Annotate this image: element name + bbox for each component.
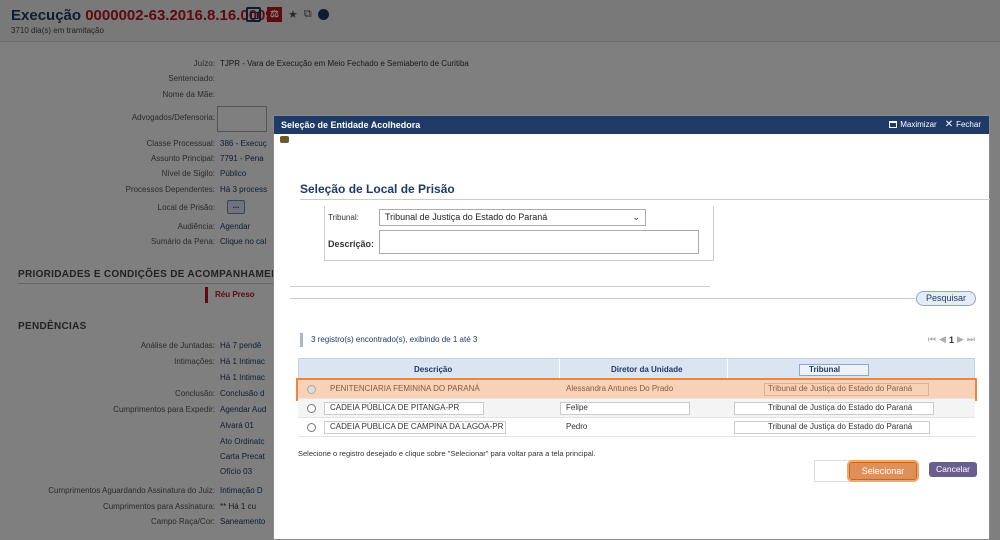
select-button-frame [814, 460, 854, 482]
dialog-title: Seleção de Entidade Acolhedora [281, 120, 421, 130]
section-divider [300, 199, 990, 200]
cell-descricao: CADEIA PUBLICA DE CAMPINA DA LAGOA-PR [330, 422, 504, 431]
first-page-icon[interactable]: ⏮ [928, 334, 936, 345]
next-page-icon[interactable]: ▶ [957, 334, 964, 345]
row-radio[interactable] [307, 404, 316, 413]
maximize-button[interactable]: Maximizar [889, 120, 937, 129]
cell-tribunal: Tribunal de Justiça do Estado do Paraná [768, 422, 913, 431]
row-radio[interactable] [307, 423, 316, 432]
prev-page-icon[interactable]: ◀ [939, 334, 946, 345]
dialog-titlebar: Seleção de Entidade Acolhedora Maximizar… [274, 116, 989, 134]
select-button[interactable]: Selecionar [847, 460, 919, 482]
maximize-icon [889, 121, 898, 128]
last-page-icon[interactable]: ⏭ [967, 334, 975, 345]
maximize-label: Maximizar [900, 120, 937, 129]
cell-descricao: CADEIA PÚBLICA DE PITANGA-PR [330, 403, 460, 412]
tribunal-label: Tribunal: [328, 213, 359, 222]
results-table: Descrição Diretor da Unidade Tribunal PE… [296, 358, 977, 437]
current-page: 1 [948, 334, 954, 345]
close-button[interactable]: ✕ Fechar [944, 118, 981, 130]
cell-tribunal: Tribunal de Justiça do Estado do Paraná [768, 403, 913, 412]
form-divider [290, 286, 710, 287]
tribunal-select[interactable]: Tribunal de Justiça do Estado do Paraná … [379, 209, 646, 226]
tribunal-select-value: Tribunal de Justiça do Estado do Paraná [385, 212, 548, 222]
column-tribunal[interactable]: Tribunal [809, 365, 840, 374]
results-count: 3 registro(s) encontrado(s), exibindo de… [300, 333, 477, 347]
descricao-input[interactable] [379, 230, 699, 254]
column-diretor[interactable]: Diretor da Unidade [611, 365, 683, 374]
row-radio[interactable] [307, 385, 316, 394]
table-row[interactable]: PENITENCIARIA FEMININA DO PARANÁ Alessan… [296, 378, 977, 401]
table-row[interactable]: CADEIA PÚBLICA DE PITANGA-PR Felipe Trib… [298, 399, 975, 418]
app-icon [280, 136, 289, 143]
search-divider [290, 298, 915, 299]
dialog-actions: Maximizar ✕ Fechar [889, 118, 981, 130]
entidade-acolhedora-dialog: Seleção de Entidade Acolhedora Maximizar… [273, 115, 990, 540]
close-icon: ✕ [944, 118, 954, 130]
descricao-label: Descrição: [328, 239, 375, 249]
column-descricao[interactable]: Descrição [414, 365, 452, 374]
close-label: Fechar [956, 120, 981, 129]
table-header: Descrição Diretor da Unidade Tribunal [298, 358, 975, 381]
column-separator [727, 359, 728, 381]
chevron-down-icon: ⌄ [632, 212, 640, 222]
column-separator [559, 359, 560, 381]
search-button[interactable]: Pesquisar [916, 291, 976, 306]
cancel-button[interactable]: Cancelar [929, 462, 977, 477]
cell-diretor: Felipe [566, 403, 588, 412]
table-row[interactable]: CADEIA PUBLICA DE CAMPINA DA LAGOA-PR Pe… [298, 418, 975, 437]
cell-diretor: Alessandra Antunes Do Prado [566, 384, 674, 393]
section-title: Seleção de Local de Prisão [300, 182, 455, 196]
cell-tribunal: Tribunal de Justiça do Estado do Paraná [768, 384, 913, 393]
cell-diretor: Pedro [566, 422, 588, 431]
pagination: ⏮ ◀ 1 ▶ ⏭ [928, 334, 975, 345]
cell-descricao: PENITENCIARIA FEMININA DO PARANÁ [330, 384, 480, 393]
help-text: Selecione o registro desejado e clique s… [298, 449, 596, 458]
